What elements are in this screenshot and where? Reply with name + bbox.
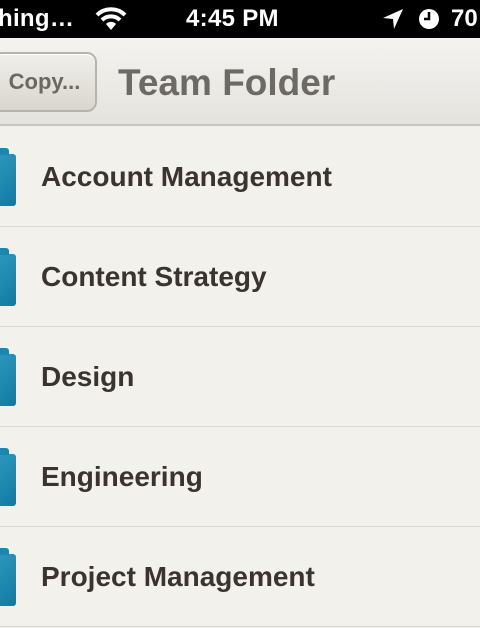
folder-label: Design [41,361,135,392]
folder-item-project-management[interactable]: Project Management [0,527,480,627]
folder-item-design[interactable]: Design [0,327,480,427]
location-arrow-icon [383,9,403,29]
folder-label: Account Management [41,161,332,192]
folder-icon [0,148,16,206]
folder-label: Project Management [41,561,315,592]
folder-icon [0,348,16,406]
page-title: Team Folder [118,62,336,103]
folder-label: Engineering [41,461,203,492]
battery-percent: 70 [451,5,478,32]
status-bar: hing… 4:45 PM 70 [0,0,480,38]
navigation-bar: Copy... Team Folder [0,38,480,126]
folder-icon [0,548,16,606]
folder-list: Account Management Content Strategy Desi… [0,127,480,627]
carrier-name: hing… [0,5,75,32]
folder-icon [0,448,16,506]
copy-back-button[interactable]: Copy... [0,52,97,112]
folder-icon [0,248,16,306]
folder-item-engineering[interactable]: Engineering [0,427,480,527]
folder-item-account-management[interactable]: Account Management [0,127,480,227]
wifi-icon [95,7,127,30]
clock-icon [419,9,439,29]
status-time: 4:45 PM [186,5,279,32]
folder-item-content-strategy[interactable]: Content Strategy [0,227,480,327]
folder-label: Content Strategy [41,261,267,292]
